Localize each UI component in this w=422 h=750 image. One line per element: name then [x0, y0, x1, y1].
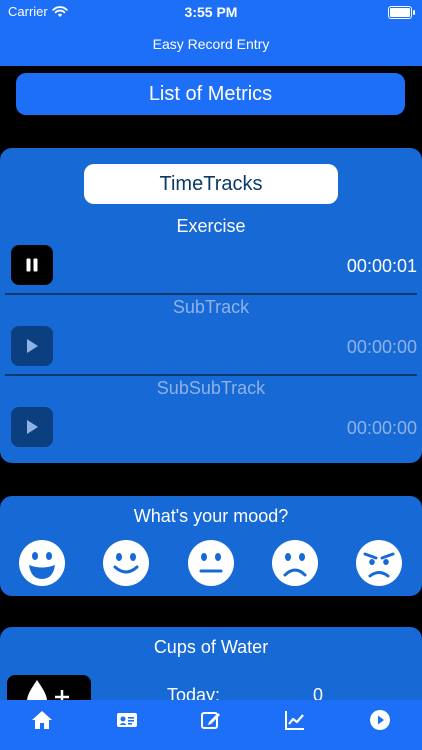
subsubtrack-play-button[interactable] [11, 407, 53, 447]
timetracks-card: TimeTracks Exercise 00:00:01 SubTrack 00… [0, 148, 422, 463]
water-title: Cups of Water [153, 637, 269, 657]
track-title-subsubtrack: SubSubTrack [156, 378, 266, 398]
chart-icon[interactable] [283, 708, 307, 732]
exercise-timer: 00:00:01 [346, 256, 417, 276]
subsubtrack-timer: 00:00:00 [346, 418, 417, 438]
mood-card: What's your mood? [0, 496, 422, 596]
frowning-face-icon[interactable] [271, 539, 319, 587]
nav-title: Easy Record Entry [152, 36, 270, 52]
track-divider [5, 293, 417, 295]
subtrack-timer: 00:00:00 [346, 337, 417, 357]
subtrack-play-button[interactable] [11, 326, 53, 366]
home-icon[interactable] [30, 708, 54, 732]
angry-face-icon[interactable] [355, 539, 403, 587]
status-time: 3:55 PM [184, 4, 238, 20]
battery-icon [388, 6, 415, 19]
track-title-subtrack: SubTrack [172, 297, 250, 317]
play-circle-icon[interactable] [368, 708, 392, 732]
track-divider [5, 374, 417, 376]
tab-bar [0, 700, 422, 750]
play-icon [27, 420, 38, 434]
mood-title: What's your mood? [133, 506, 289, 526]
list-of-metrics-button[interactable]: List of Metrics [16, 73, 405, 115]
top-bar: Carrier 3:55 PM Easy Record Entry [0, 0, 422, 66]
contact-card-icon[interactable] [115, 708, 139, 732]
exercise-pause-button[interactable] [11, 245, 53, 285]
track-title-exercise: Exercise [176, 216, 246, 236]
smiling-face-icon[interactable] [102, 539, 150, 587]
grinning-face-icon[interactable] [18, 539, 66, 587]
pause-icon [26, 258, 38, 272]
neutral-face-icon[interactable] [187, 539, 235, 587]
timetracks-button[interactable]: TimeTracks [84, 164, 338, 204]
edit-icon[interactable] [199, 708, 223, 732]
play-icon [27, 339, 38, 353]
status-bar: Carrier 3:55 PM [0, 0, 422, 24]
